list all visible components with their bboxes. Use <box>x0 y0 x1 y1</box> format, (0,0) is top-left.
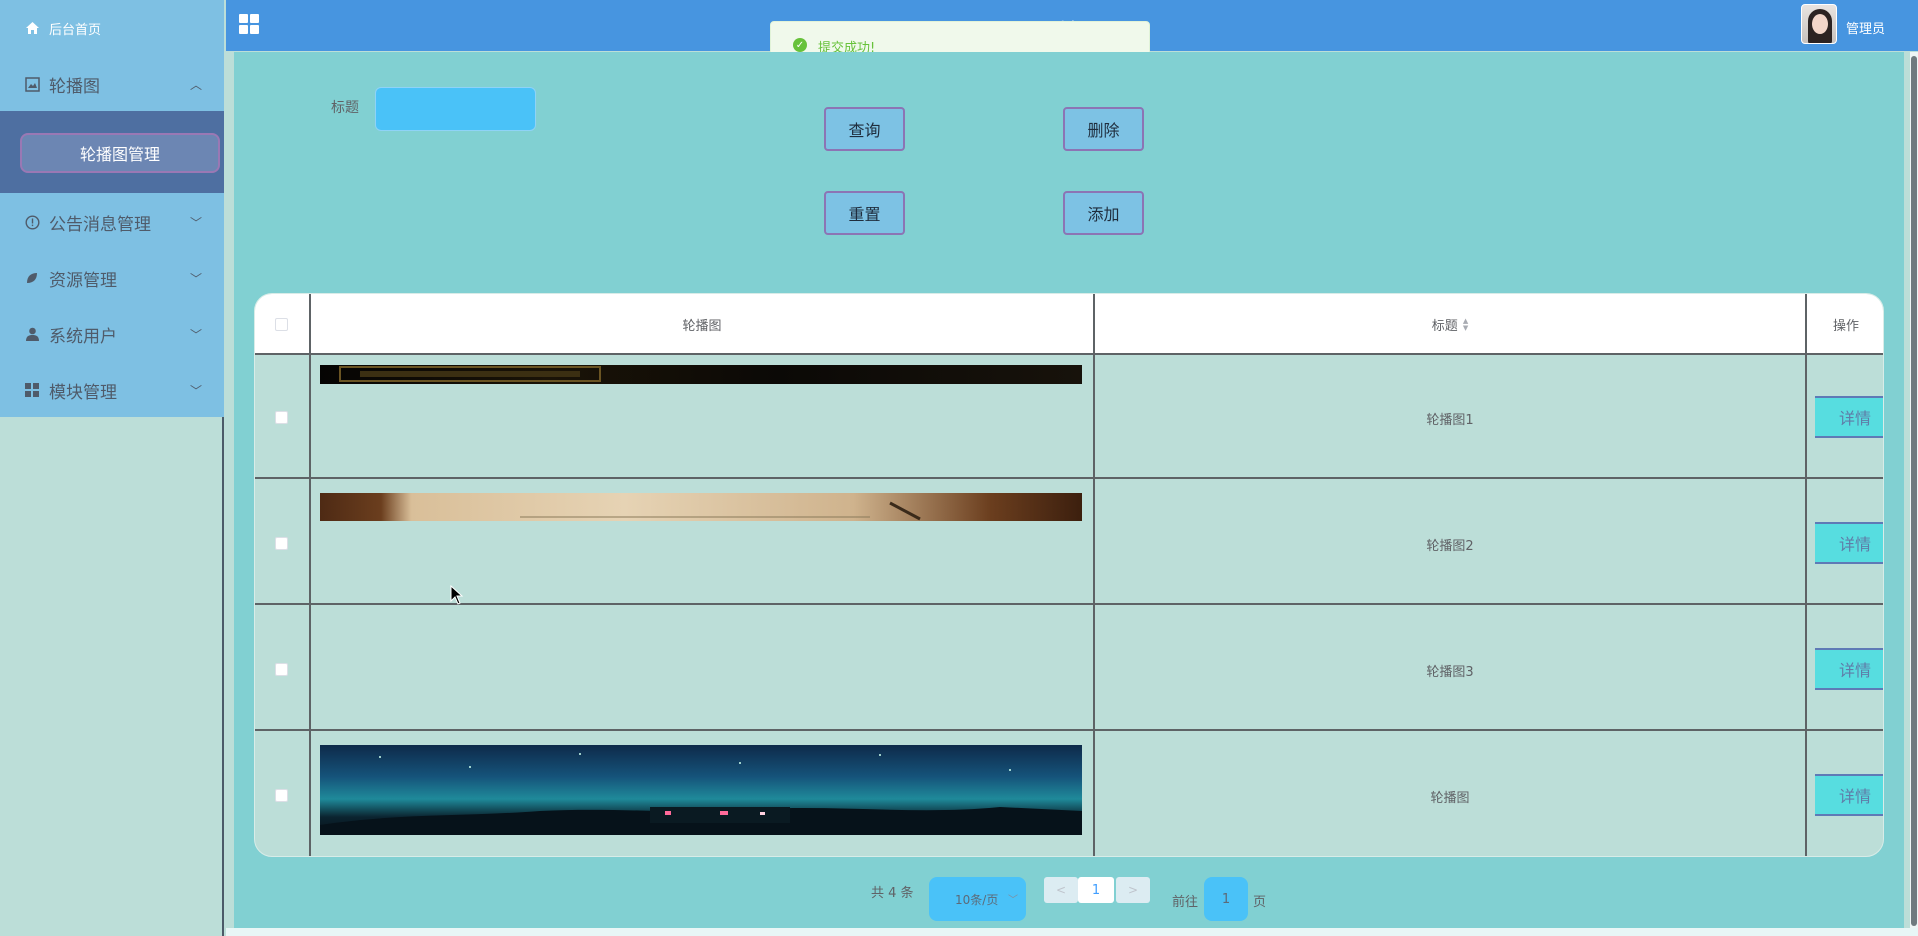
avatar[interactable] <box>1801 4 1837 44</box>
sidebar-menu: 后台首页 轮播图 ︿ 轮播图管理 公告消息管理 ﹀ 资源管理 ﹀ 系统用户 ﹀ … <box>0 0 224 417</box>
sidebar-item-carousel-manage[interactable]: 轮播图管理 <box>20 133 220 173</box>
detail-button[interactable]: 详情 <box>1815 774 1883 816</box>
chevron-down-icon: ﹀ <box>189 327 202 342</box>
next-page-button[interactable]: > <box>1116 877 1150 903</box>
row-title: 轮播图1 <box>1426 413 1474 428</box>
mouse-cursor-icon <box>450 585 464 605</box>
page-size-value: 10条/页 <box>955 892 999 907</box>
goto-page-input[interactable]: 1 <box>1204 877 1248 921</box>
main-content: 标题 查询 删除 重置 添加 轮播图 标题 ▲ ▼ 操作 轮播图1 轮播图2 轮… <box>234 52 1904 928</box>
chevron-down-icon: ﹀ <box>189 215 202 230</box>
chevron-down-icon: ﹀ <box>189 383 202 398</box>
vertical-scrollbar[interactable] <box>1910 52 1918 936</box>
sidebar: 后台首页 轮播图 ︿ 轮播图管理 公告消息管理 ﹀ 资源管理 ﹀ 系统用户 ﹀ … <box>0 0 224 936</box>
sort-icon[interactable]: ▲ ▼ <box>1463 317 1468 332</box>
detail-button[interactable]: 详情 <box>1815 522 1883 564</box>
chevron-up-icon: ︿ <box>189 77 202 92</box>
info-circle-icon <box>24 214 40 230</box>
add-button[interactable]: 添加 <box>1063 191 1144 235</box>
sidebar-item-label: 后台首页 <box>49 22 102 38</box>
sidebar-item-label: 系统用户 <box>49 326 117 347</box>
select-all-checkbox[interactable] <box>275 318 288 331</box>
table-row: 轮播图 <box>255 733 1883 856</box>
pagination-total: 共 4 条 <box>871 886 914 901</box>
sidebar-item-modules[interactable]: 模块管理 ﹀ <box>0 362 224 418</box>
carousel-image <box>320 745 1082 835</box>
table-row: 轮播图3 <box>255 607 1883 731</box>
image-icon <box>24 76 40 92</box>
carousel-image <box>320 365 1082 384</box>
row-title: 轮播图 <box>1430 791 1470 806</box>
reset-button[interactable]: 重置 <box>824 191 905 235</box>
table-header: 轮播图 标题 ▲ ▼ 操作 <box>255 294 1883 355</box>
sidebar-item-home[interactable]: 后台首页 <box>0 0 224 56</box>
user-icon <box>24 326 40 342</box>
menu-toggle-icon[interactable] <box>239 14 259 34</box>
chevron-down-icon: ﹀ <box>1008 895 1018 906</box>
bottom-edge <box>226 928 1918 936</box>
leaf-icon <box>24 270 40 286</box>
carousel-image <box>320 493 1082 521</box>
column-header-image: 轮播图 <box>682 319 722 334</box>
detail-button[interactable]: 详情 <box>1815 396 1883 438</box>
row-title: 轮播图2 <box>1426 539 1474 554</box>
title-search-input[interactable] <box>375 87 536 131</box>
page-size-select[interactable]: 10条/页 ﹀ <box>929 877 1026 921</box>
column-header-label: 标题 <box>1431 319 1458 334</box>
user-name[interactable]: 管理员 <box>1846 18 1885 37</box>
goto-label: 前往 <box>1172 895 1199 910</box>
home-icon <box>24 20 40 36</box>
sidebar-item-label: 轮播图 <box>49 76 100 97</box>
page-number-current[interactable]: 1 <box>1078 877 1114 903</box>
table-row: 轮播图2 <box>255 481 1883 605</box>
column-divider <box>1805 294 1807 856</box>
row-checkbox[interactable] <box>275 537 288 550</box>
sidebar-item-users[interactable]: 系统用户 ﹀ <box>0 306 224 362</box>
page-label: 页 <box>1253 895 1267 910</box>
search-label: 标题 <box>331 100 359 116</box>
chevron-down-icon: ﹀ <box>189 271 202 286</box>
row-checkbox[interactable] <box>275 789 288 802</box>
sidebar-item-label: 资源管理 <box>49 270 117 291</box>
scrollbar-thumb[interactable] <box>1911 56 1917 926</box>
column-divider <box>1093 294 1095 856</box>
column-header-action: 操作 <box>1832 319 1859 334</box>
column-header-title[interactable]: 标题 ▲ ▼ <box>1095 294 1805 355</box>
sidebar-item-resources[interactable]: 资源管理 ﹀ <box>0 250 224 306</box>
carousel-table: 轮播图 标题 ▲ ▼ 操作 轮播图1 轮播图2 轮播图3 轮播图 详情 详情 详… <box>254 293 1884 857</box>
sidebar-item-label: 模块管理 <box>49 382 117 403</box>
check-circle-icon: ✓ <box>793 38 807 52</box>
column-divider <box>309 294 311 856</box>
query-button[interactable]: 查询 <box>824 107 905 151</box>
row-title: 轮播图3 <box>1426 665 1474 680</box>
delete-button[interactable]: 删除 <box>1063 107 1144 151</box>
sidebar-item-notice[interactable]: 公告消息管理 ﹀ <box>0 194 224 250</box>
row-checkbox[interactable] <box>275 411 288 424</box>
prev-page-button[interactable]: < <box>1044 877 1078 903</box>
grid-icon <box>24 382 40 398</box>
table-row: 轮播图1 <box>255 355 1883 479</box>
sidebar-item-label: 公告消息管理 <box>49 214 151 235</box>
sidebar-submenu: 轮播图管理 <box>0 111 224 193</box>
row-checkbox[interactable] <box>275 663 288 676</box>
sidebar-item-carousel[interactable]: 轮播图 ︿ <box>0 56 224 112</box>
detail-button[interactable]: 详情 <box>1815 648 1883 690</box>
